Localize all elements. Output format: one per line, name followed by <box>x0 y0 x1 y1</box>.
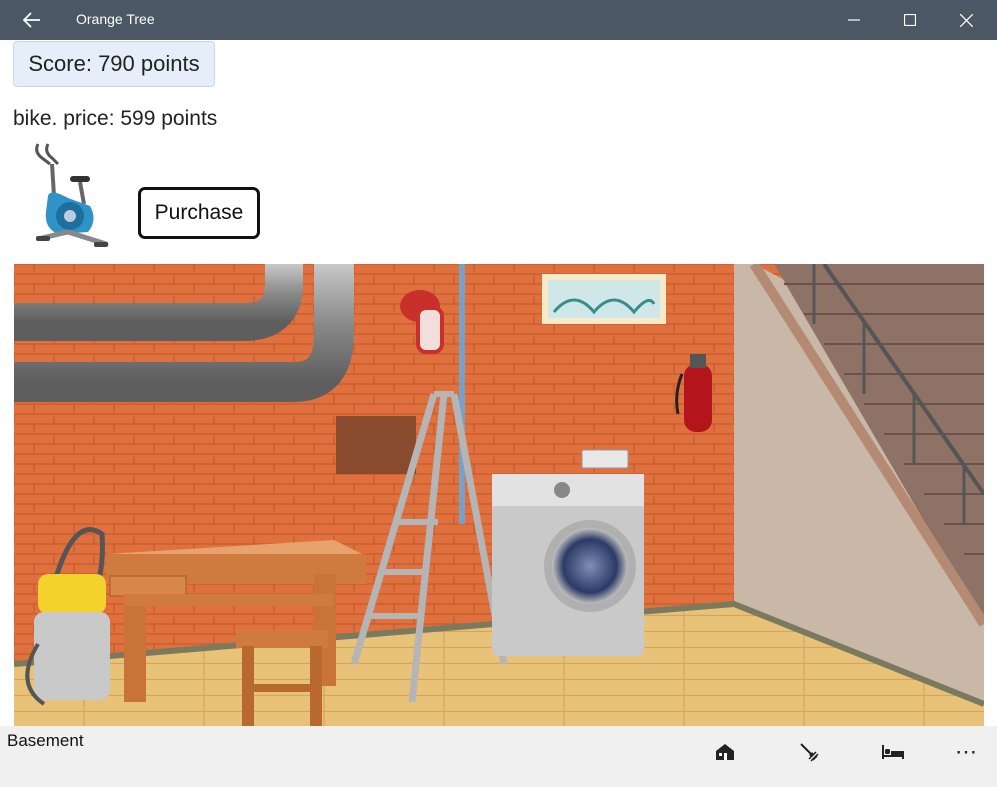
basement-window <box>542 274 666 324</box>
washing-machine <box>492 474 644 656</box>
title-bar: Orange Tree <box>0 0 997 40</box>
minimize-icon <box>848 19 860 21</box>
page-label: Basement <box>7 731 84 750</box>
bed-button[interactable] <box>875 734 911 770</box>
more-button[interactable]: ⋯ <box>948 734 984 770</box>
item-price-text: bike. price: 599 points <box>13 107 218 130</box>
bottom-app-bar: Basement ⋯ <box>0 726 997 787</box>
rake-icon <box>800 743 819 762</box>
maximize-button[interactable] <box>882 0 938 40</box>
back-button[interactable] <box>0 0 64 40</box>
bed-icon <box>882 745 904 759</box>
purchase-button[interactable]: Purchase <box>138 187 260 239</box>
house-icon <box>716 744 734 760</box>
rake-button[interactable] <box>791 734 827 770</box>
score-display: Score: 790 points <box>13 41 215 87</box>
maximize-icon <box>904 14 916 26</box>
back-arrow-icon <box>23 12 40 28</box>
close-button[interactable] <box>938 0 994 40</box>
close-icon <box>959 13 973 27</box>
basement-scene <box>14 264 984 726</box>
house-button[interactable] <box>707 734 743 770</box>
exercise-bike-icon <box>35 143 109 247</box>
minimize-button[interactable] <box>826 0 882 40</box>
app-title: Orange Tree <box>76 11 155 27</box>
